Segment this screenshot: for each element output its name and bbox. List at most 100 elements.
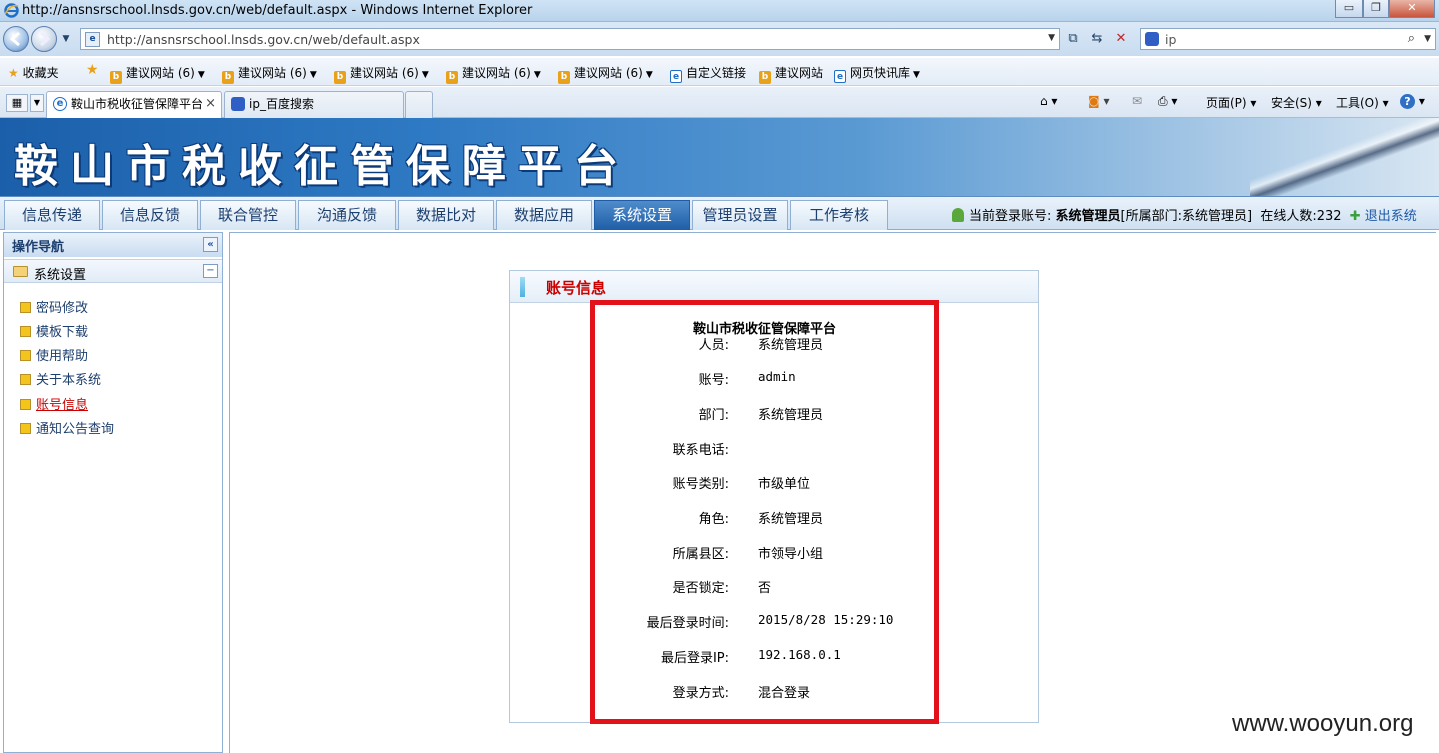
browser-tab-baidu[interactable]: ip_百度搜索 <box>224 91 404 118</box>
bullet-icon <box>20 326 31 337</box>
user-name: 系统管理员 <box>1055 209 1121 224</box>
bing-icon: b <box>334 71 346 84</box>
restore-button[interactable]: ❐ <box>1363 0 1389 18</box>
collapse-sidebar-icon[interactable]: « <box>203 237 218 252</box>
main-nav: 信息传递 信息反馈 联合管控 沟通反馈 数据比对 数据应用 系统设置 管理员设置… <box>0 196 1439 230</box>
compat-view-icon[interactable]: ⧉ <box>1062 28 1084 50</box>
fav-item-2[interactable]: b 建议网站 (6) ▼ <box>222 64 317 84</box>
favorites-bar: ★ 收藏夹 ★ b 建议网站 (6) ▼ b 建议网站 (6) ▼ b 建议网站 (6) ▼… <box>0 58 1439 86</box>
tools-menu-label: 工具(O) <box>1336 96 1379 110</box>
address-dropdown-icon[interactable]: ▼ <box>1048 33 1055 43</box>
bullet-icon <box>20 423 31 434</box>
fav-item-1[interactable]: b 建议网站 (6) ▼ <box>110 64 205 84</box>
user-dept: [所属部门:系统管理员] <box>1120 209 1253 224</box>
nav-tab-info-transfer[interactable]: 信息传递 <box>4 200 100 230</box>
page-menu[interactable]: 页面(P) ▾ <box>1206 94 1256 111</box>
nav-tab-info-feedback[interactable]: 信息反馈 <box>102 200 198 230</box>
bing-icon: b <box>558 71 570 84</box>
search-box[interactable]: ip ⌕ ▼ <box>1140 28 1436 50</box>
stop-icon[interactable]: ✕ <box>1110 28 1132 50</box>
home-icon[interactable]: ⌂ ▾ <box>1040 94 1057 108</box>
bing-icon: b <box>446 71 458 84</box>
close-tab-icon[interactable]: × <box>205 92 216 116</box>
address-bar[interactable]: e http://ansnsrschool.lnsds.gov.cn/web/d… <box>80 28 1060 50</box>
panel-header: 账号信息 <box>510 271 1038 303</box>
ie-page-icon: e <box>670 70 682 83</box>
sidebar-item-password[interactable]: 密码修改 <box>20 297 88 316</box>
fav-item-custom[interactable]: e 自定义链接 <box>670 64 746 83</box>
nav-tab-joint-control[interactable]: 联合管控 <box>200 200 296 230</box>
sidebar: 操作导航 « 系统设置 − 密码修改 模板下载 使用帮助 关于本系统 账号信息 … <box>3 232 223 753</box>
fav-item-4[interactable]: b 建议网站 (6) ▼ <box>446 64 541 84</box>
add-favorite-icon[interactable]: ★ <box>86 62 99 78</box>
fav-label: 建议网站 (6) <box>462 66 531 80</box>
fav-label: 网页快讯库 <box>850 66 911 80</box>
print-icon[interactable]: ⎙ ▾ <box>1158 94 1177 109</box>
sidebar-item-label: 账号信息 <box>36 398 89 413</box>
sidebar-item-label: 使用帮助 <box>36 349 89 364</box>
highlight-box <box>590 300 939 724</box>
baidu-paw-icon <box>1145 32 1159 46</box>
nav-tab-communication[interactable]: 沟通反馈 <box>298 200 396 230</box>
search-dropdown-icon[interactable]: ▼ <box>1424 34 1431 44</box>
browser-tab-active[interactable]: e 鞍山市税收征管保障平台 × <box>46 91 222 118</box>
fav-item-3[interactable]: b 建议网站 (6) ▼ <box>334 64 429 84</box>
logout-link[interactable]: ✚ 退出系统 <box>1350 209 1417 224</box>
browser-tab-row: ▦ ▼ e 鞍山市税收征管保障平台 × ip_百度搜索 ⌂ ▾ ◙ ▾ ✉ ⎙ … <box>0 87 1439 118</box>
nav-tab-data-apply[interactable]: 数据应用 <box>496 200 592 230</box>
favorites-button[interactable]: ★ 收藏夹 <box>8 64 59 81</box>
fav-label: 建议网站 <box>775 66 824 80</box>
nav-tab-admin-settings[interactable]: 管理员设置 <box>692 200 788 230</box>
feeds-icon[interactable]: ◙ ▾ <box>1088 94 1110 108</box>
sidebar-item-help[interactable]: 使用帮助 <box>20 345 88 364</box>
quick-tabs-icon[interactable]: ▦ <box>6 94 28 112</box>
forward-arrow-icon <box>40 31 51 47</box>
sidebar-group-system-settings[interactable]: 系统设置 − <box>4 259 222 283</box>
sidebar-item-notices[interactable]: 通知公告查询 <box>20 418 114 437</box>
fav-item-suggested[interactable]: b 建议网站 <box>759 64 823 84</box>
close-window-button[interactable]: ✕ <box>1389 0 1435 18</box>
sidebar-group-label: 系统设置 <box>34 268 87 283</box>
tab-list-dropdown-icon[interactable]: ▼ <box>30 94 44 112</box>
fav-label: 建议网站 (6) <box>350 66 419 80</box>
new-tab-button[interactable] <box>405 91 433 118</box>
nav-tab-data-compare[interactable]: 数据比对 <box>398 200 494 230</box>
user-icon <box>952 208 964 222</box>
online-count: 在线人数:232 <box>1260 209 1342 224</box>
address-input[interactable]: http://ansnsrschool.lnsds.gov.cn/web/def… <box>107 32 420 47</box>
minimize-button[interactable]: ▭ <box>1335 0 1363 18</box>
fav-label: 建议网站 (6) <box>238 66 307 80</box>
search-icon[interactable]: ⌕ <box>1408 31 1415 46</box>
search-input[interactable]: ip <box>1165 32 1176 47</box>
bullet-icon <box>20 374 31 385</box>
tools-menu[interactable]: 工具(O) ▾ <box>1336 94 1389 111</box>
safety-menu[interactable]: 安全(S) ▾ <box>1271 94 1322 111</box>
app-logo-text: 鞍山市税收征管保障平台 <box>14 141 630 192</box>
fav-item-webslice[interactable]: e 网页快讯库 ▼ <box>834 64 920 83</box>
panel-title: 账号信息 <box>546 279 607 297</box>
user-prefix: 当前登录账号: <box>969 209 1052 224</box>
watermark: www.wooyun.org <box>1232 710 1414 737</box>
fav-item-5[interactable]: b 建议网站 (6) ▼ <box>558 64 653 84</box>
forward-button[interactable] <box>31 26 57 52</box>
ie-logo-icon <box>4 3 19 18</box>
mail-icon[interactable]: ✉ <box>1132 94 1142 108</box>
refresh-icon[interactable]: ⇆ <box>1086 28 1108 50</box>
panel-accent-bar <box>520 277 525 297</box>
fav-label: 建议网站 (6) <box>574 66 643 80</box>
sidebar-item-account-info[interactable]: 账号信息 <box>20 394 88 413</box>
nav-tab-work-assessment[interactable]: 工作考核 <box>790 200 888 230</box>
ie-page-icon: e <box>53 97 67 111</box>
help-icon[interactable]: ? ▾ <box>1400 94 1425 109</box>
group-collapse-icon[interactable]: − <box>203 264 218 278</box>
sidebar-item-templates[interactable]: 模板下载 <box>20 321 88 340</box>
back-button[interactable] <box>3 26 29 52</box>
tab-label: ip_百度搜索 <box>249 97 314 111</box>
logout-icon: ✚ <box>1349 209 1361 224</box>
bullet-icon <box>20 399 31 410</box>
nav-tab-system-settings[interactable]: 系统设置 <box>594 200 690 230</box>
pen-decoration <box>1250 118 1439 196</box>
sidebar-item-about[interactable]: 关于本系统 <box>20 369 101 388</box>
user-info: 当前登录账号: 系统管理员[所属部门:系统管理员] 在线人数:232 ✚ 退出系… <box>952 205 1417 224</box>
history-dropdown-icon[interactable]: ▼ <box>58 28 74 50</box>
